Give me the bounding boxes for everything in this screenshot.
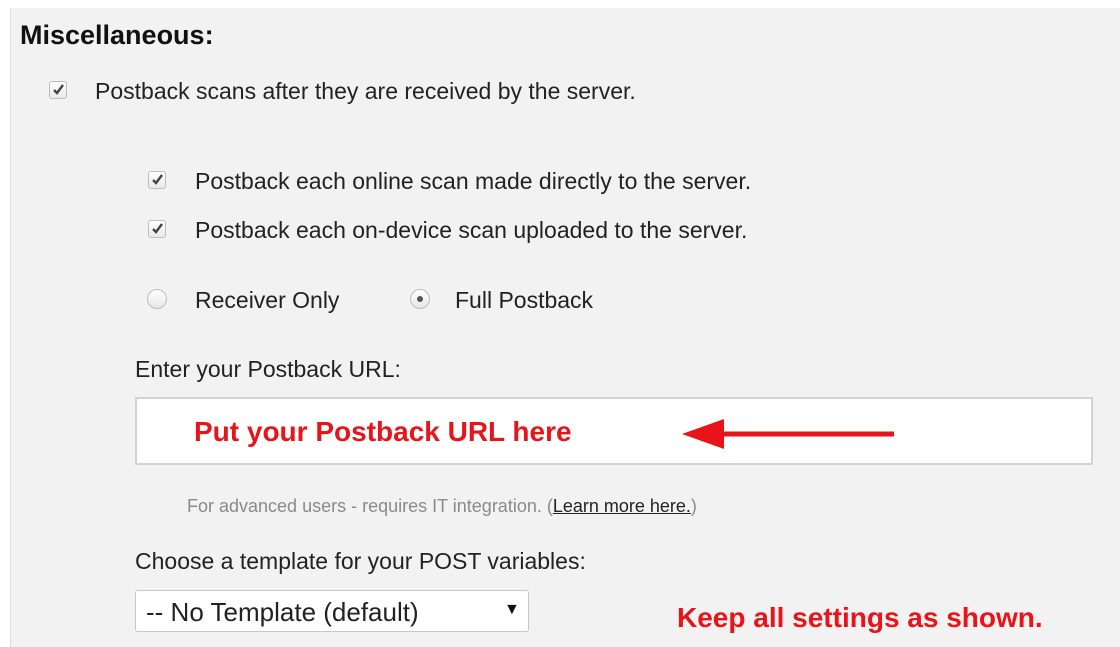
radio-selected-dot: [417, 296, 423, 302]
postback-url-label: Enter your Postback URL:: [135, 356, 401, 382]
template-label: Choose a template for your POST variable…: [135, 548, 586, 574]
device-scan-label: Postback each on-device scan uploaded to…: [195, 217, 748, 243]
postback-scans-label: Postback scans after they are received b…: [95, 78, 636, 104]
checkmark-icon: [152, 174, 163, 185]
postback-scans-checkbox[interactable]: [49, 81, 67, 99]
online-scan-checkbox[interactable]: [148, 171, 166, 189]
url-hint-annotation: Put your Postback URL here: [194, 416, 572, 447]
template-select-value: -- No Template (default): [146, 597, 419, 627]
help-text-prefix: For advanced users - requires IT integra…: [187, 496, 553, 516]
template-select[interactable]: -- No Template (default) ▼: [135, 590, 529, 632]
receiver-only-radio[interactable]: [147, 289, 167, 309]
help-text-suffix: ): [690, 496, 697, 516]
help-text: For advanced users - requires IT integra…: [187, 496, 697, 517]
checkmark-icon: [152, 223, 163, 234]
keep-settings-annotation: Keep all settings as shown.: [677, 602, 1043, 633]
arrow-left-icon: [682, 419, 894, 449]
receiver-only-label: Receiver Only: [195, 287, 340, 313]
chevron-down-icon: ▼: [504, 601, 520, 618]
full-postback-radio[interactable]: [410, 289, 430, 309]
online-scan-label: Postback each online scan made directly …: [195, 168, 752, 194]
full-postback-label: Full Postback: [455, 287, 594, 313]
section-title: Miscellaneous:: [20, 20, 214, 50]
learn-more-link[interactable]: Learn more here.: [553, 496, 691, 516]
checkmark-icon: [53, 84, 64, 95]
device-scan-checkbox[interactable]: [148, 220, 166, 238]
